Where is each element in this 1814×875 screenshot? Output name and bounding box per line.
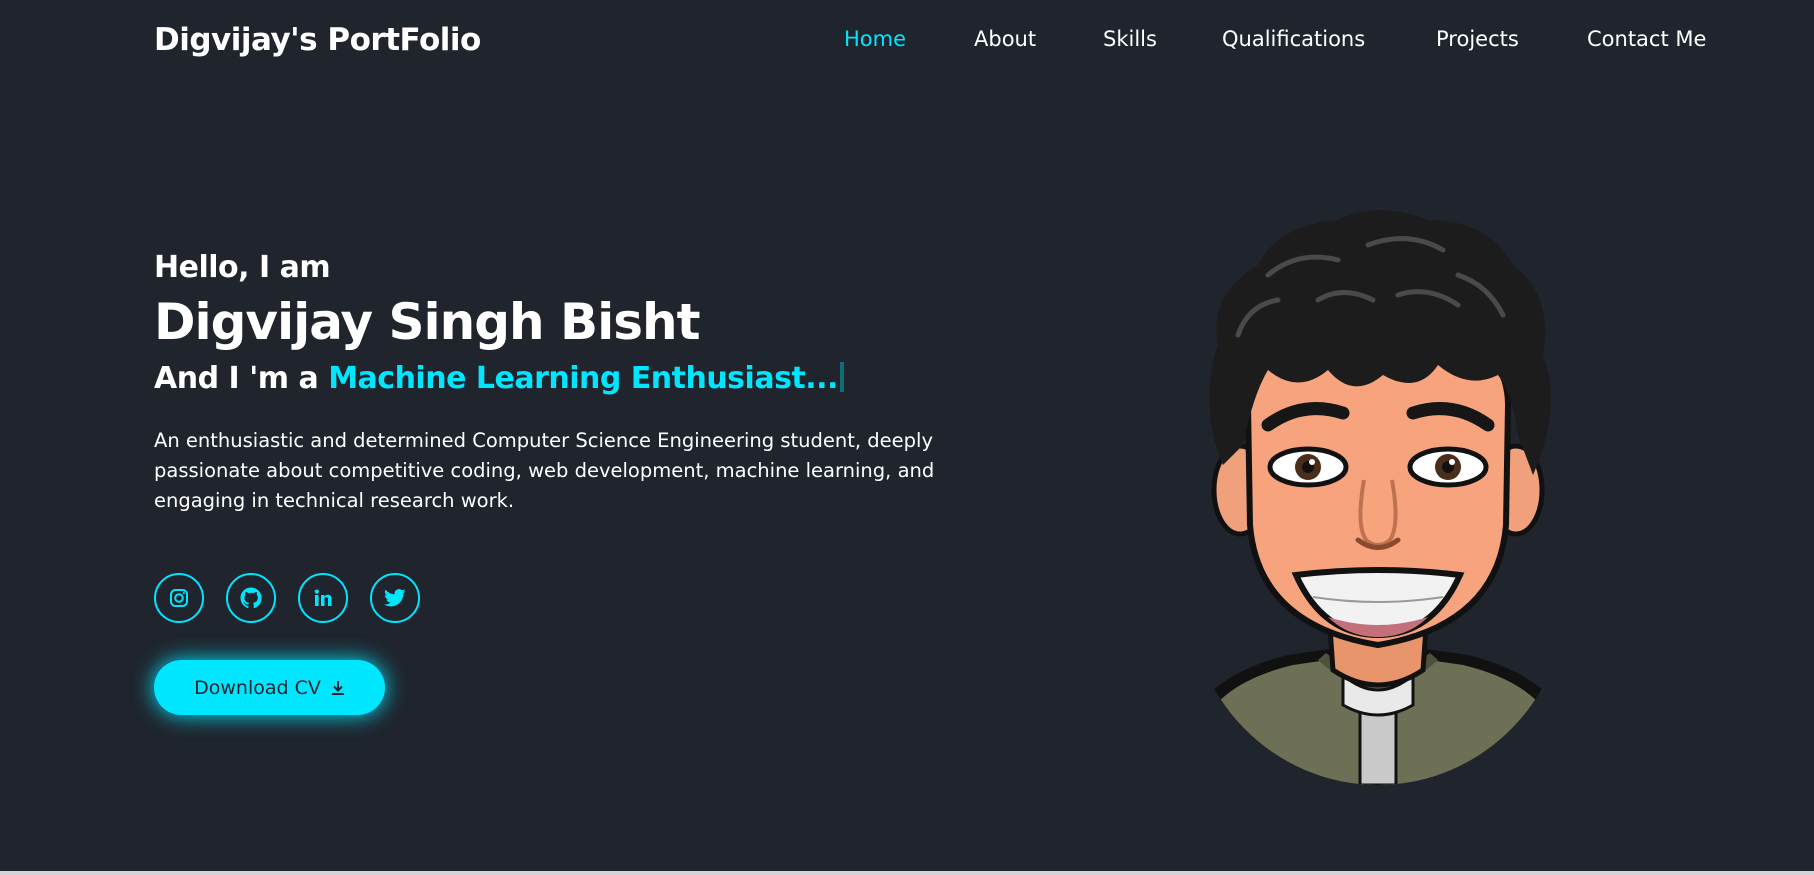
nav-skills[interactable]: Skills bbox=[1103, 27, 1157, 51]
hero-section: Hello, I am Digvijay Singh Bisht And I '… bbox=[154, 250, 1014, 516]
role-typed-text: Machine Learning Enthusiast... bbox=[328, 361, 838, 396]
portfolio-page: Digvijay's PortFolio Home About Skills Q… bbox=[0, 0, 1814, 875]
page-bottom-border bbox=[0, 871, 1814, 875]
site-header: Digvijay's PortFolio Home About Skills Q… bbox=[0, 0, 1814, 84]
role-prefix: And I 'm a bbox=[154, 361, 329, 396]
social-links bbox=[154, 573, 454, 623]
avatar-illustration bbox=[1188, 210, 1568, 785]
twitter-link[interactable] bbox=[370, 573, 420, 623]
hero-role: And I 'm a Machine Learning Enthusiast..… bbox=[154, 361, 1014, 396]
github-link[interactable] bbox=[226, 573, 276, 623]
typing-cursor bbox=[839, 362, 844, 392]
download-icon bbox=[331, 680, 344, 695]
hero-name: Digvijay Singh Bisht bbox=[154, 293, 701, 351]
nav-home[interactable]: Home bbox=[844, 27, 906, 51]
main-nav: Home About Skills Qualifications Project… bbox=[0, 27, 1814, 57]
nav-about[interactable]: About bbox=[974, 27, 1036, 51]
nav-contact-me[interactable]: Contact Me bbox=[1587, 27, 1706, 51]
twitter-icon bbox=[384, 589, 406, 607]
linkedin-icon bbox=[314, 589, 332, 606]
instagram-icon bbox=[170, 589, 188, 607]
download-cv-button[interactable]: Download CV bbox=[154, 660, 385, 715]
linkedin-link[interactable] bbox=[298, 573, 348, 623]
nav-qualifications[interactable]: Qualifications bbox=[1222, 27, 1365, 51]
nav-projects[interactable]: Projects bbox=[1436, 27, 1519, 51]
download-cv-label: Download CV bbox=[194, 676, 321, 699]
hero-bio: An enthusiastic and determined Computer … bbox=[154, 429, 935, 512]
github-icon bbox=[240, 587, 262, 609]
hero-greeting: Hello, I am bbox=[154, 250, 331, 285]
instagram-link[interactable] bbox=[154, 573, 204, 623]
